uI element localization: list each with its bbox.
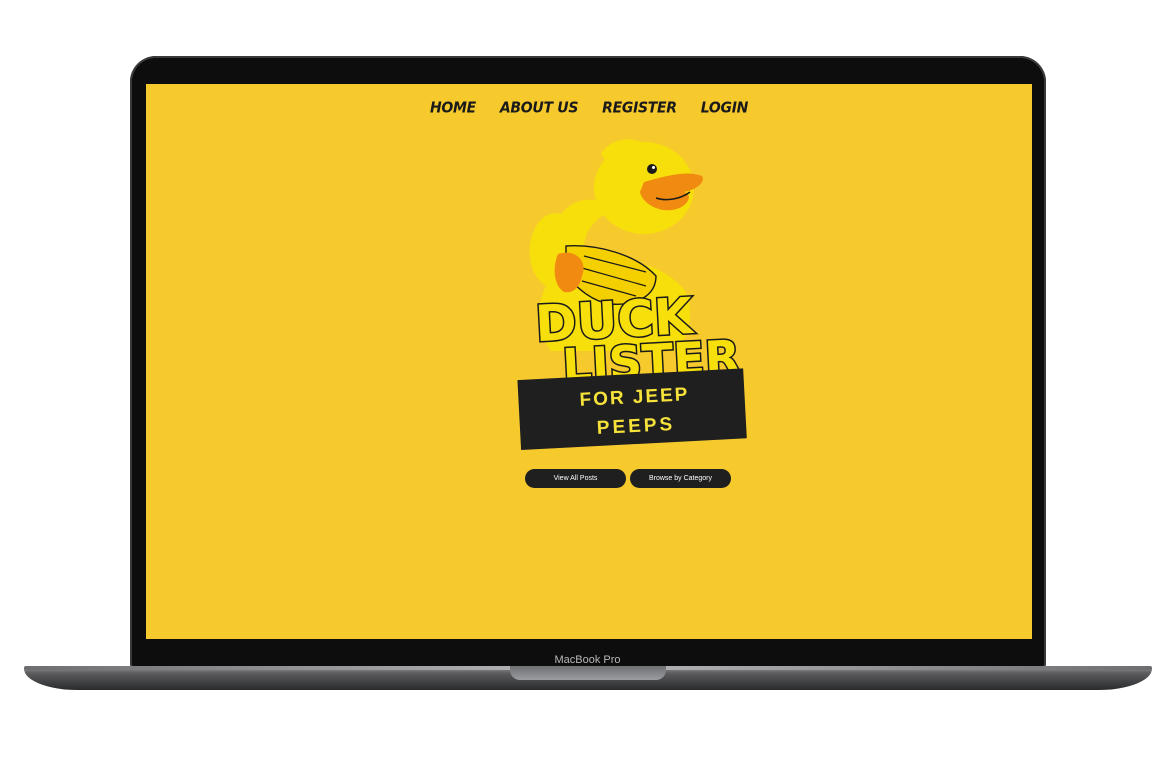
device-label: MacBook Pro — [554, 654, 621, 666]
duck-eye-shape — [647, 164, 657, 174]
nav-about-us[interactable]: ABOUT US — [500, 99, 579, 117]
laptop-notch — [510, 666, 666, 680]
browse-by-category-button[interactable]: Browse by Category — [630, 469, 731, 488]
browser-viewport: HOME ABOUT US REGISTER LOGIN DUCK LISTER… — [146, 84, 1032, 639]
view-all-posts-button[interactable]: View All Posts — [525, 469, 626, 488]
action-buttons: View All Posts Browse by Category — [525, 469, 731, 488]
nav-home[interactable]: HOME — [430, 99, 476, 117]
logo-banner — [517, 368, 747, 451]
nav-login[interactable]: LOGIN — [701, 99, 749, 117]
duck-lister-logo: DUCK LISTER FOR JEEP PEEPS — [517, 139, 747, 451]
nav-register[interactable]: REGISTER — [602, 99, 677, 117]
main-nav: HOME ABOUT US REGISTER LOGIN — [146, 99, 1032, 117]
logo-tagline-line2: PEEPS — [596, 414, 675, 439]
